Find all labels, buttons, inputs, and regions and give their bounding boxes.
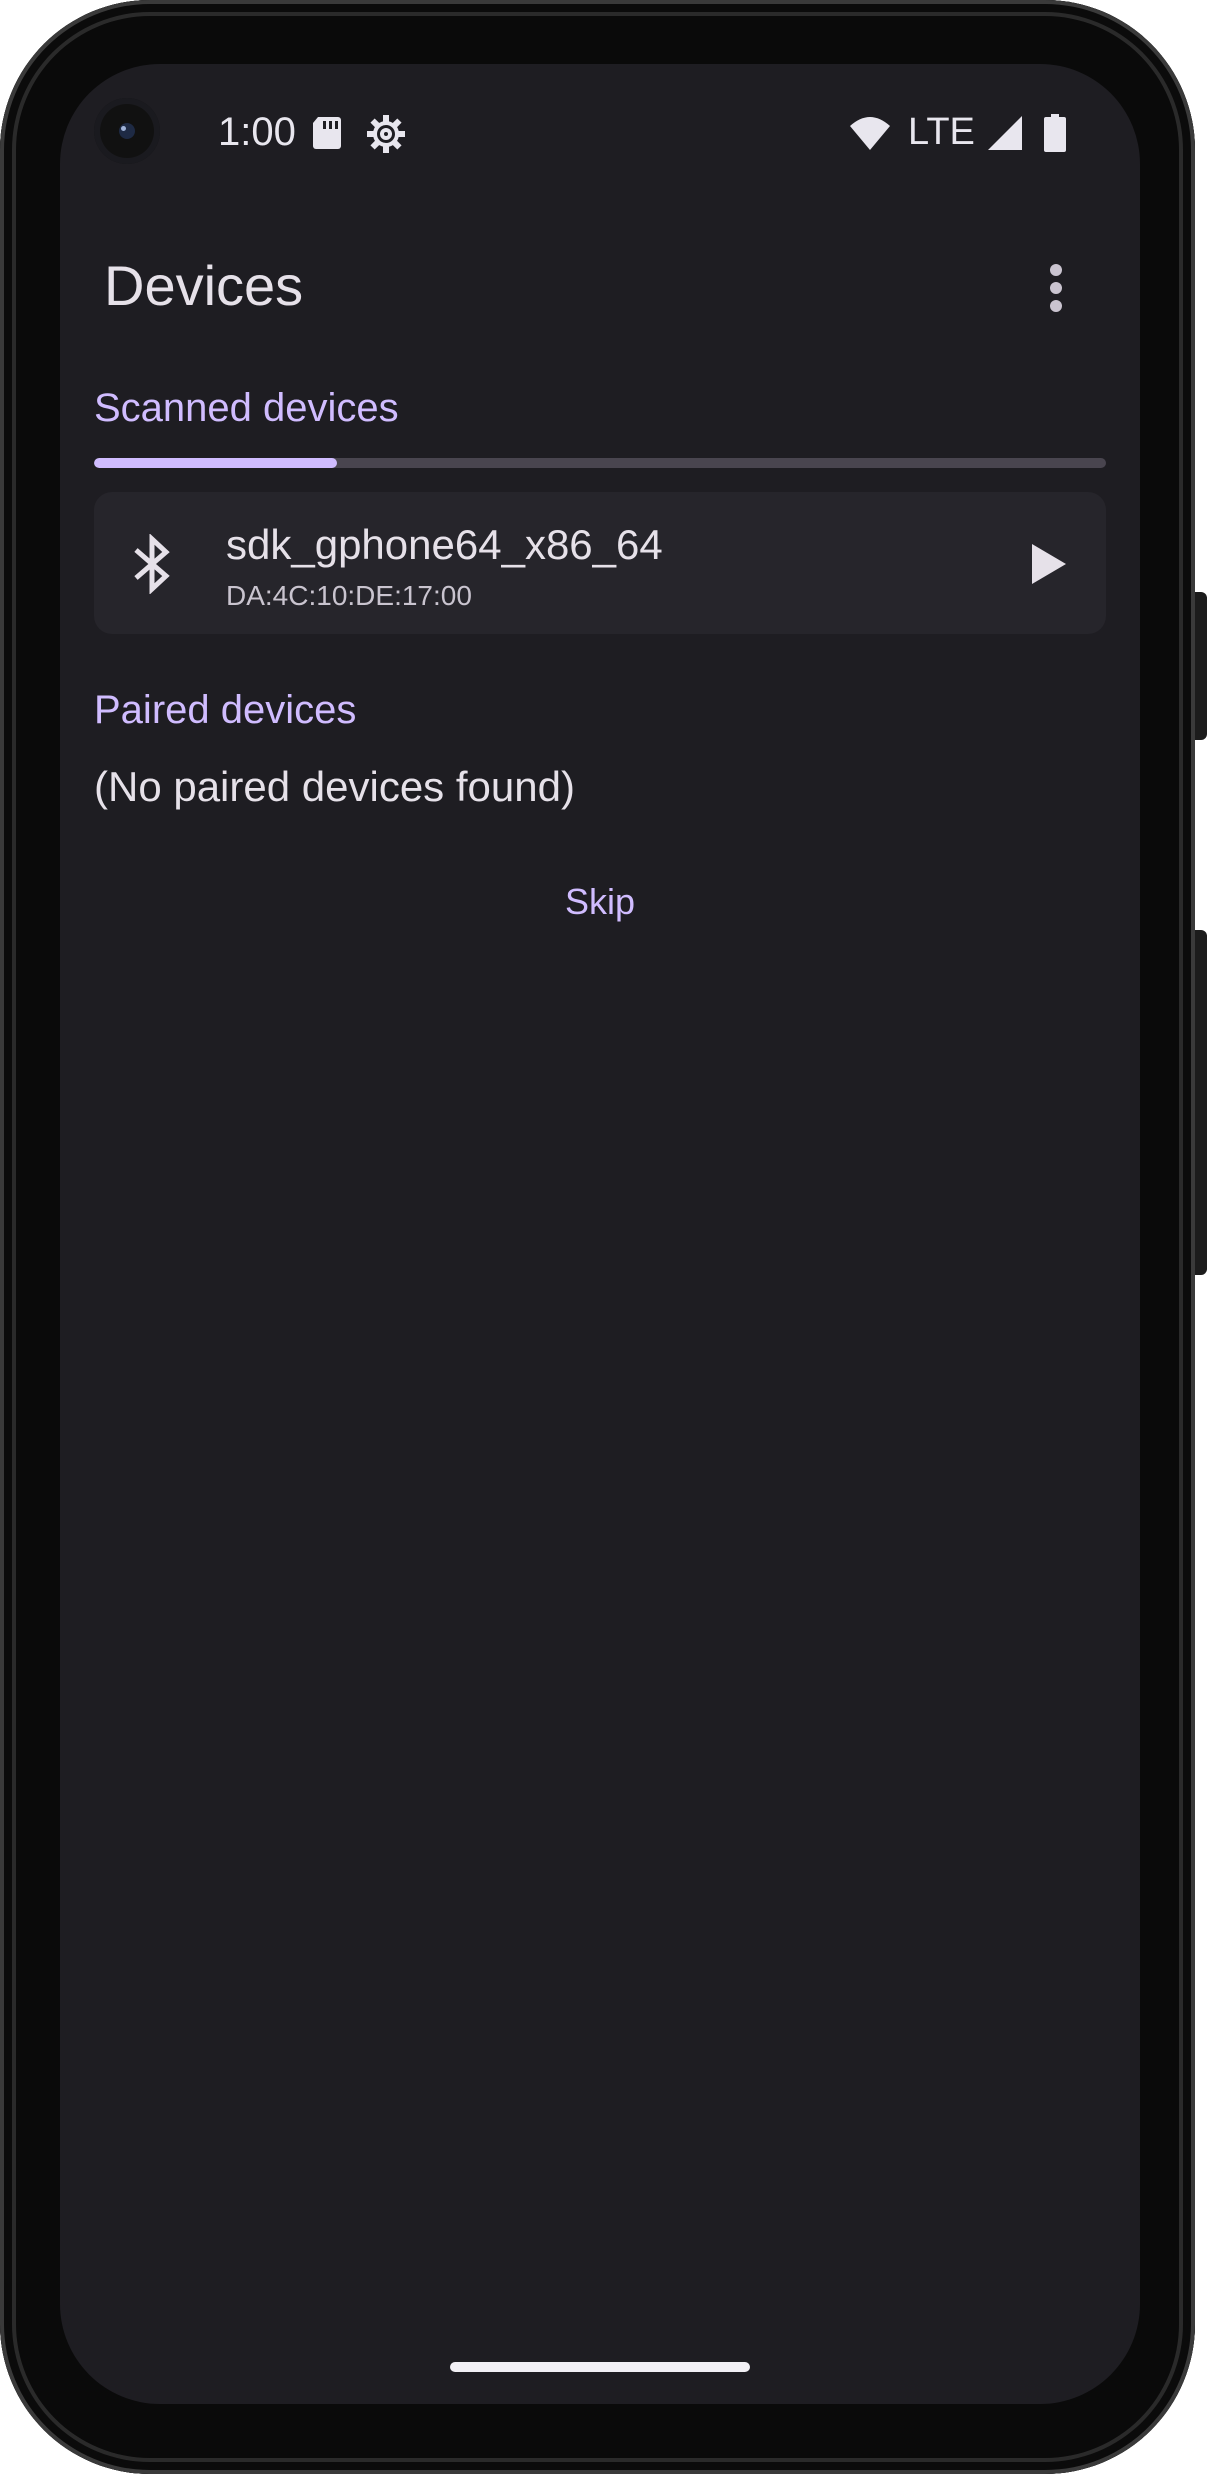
gesture-navigation-bar[interactable] (450, 2362, 750, 2372)
paired-devices-header: Paired devices (94, 688, 357, 732)
skip-button[interactable]: Skip (500, 872, 700, 932)
more-vert-icon[interactable] (1032, 260, 1080, 316)
gear-icon (367, 115, 405, 153)
cell-signal-icon (988, 116, 1022, 150)
power-button (1195, 592, 1207, 740)
wifi-icon (850, 117, 890, 150)
battery-icon (1044, 114, 1066, 152)
play-icon[interactable] (1028, 542, 1068, 586)
scan-progress-bar (94, 458, 1106, 468)
scanned-devices-header: Scanned devices (94, 386, 399, 430)
network-type: LTE (908, 111, 975, 153)
sd-card-icon (313, 117, 341, 149)
scan-progress-fill (94, 458, 337, 468)
status-time: 1:00 (218, 110, 296, 154)
volume-button (1195, 930, 1207, 1275)
no-paired-devices-message: (No paired devices found) (94, 763, 575, 810)
device-name: sdk_gphone64_x86_64 (226, 521, 663, 568)
page-title: Devices (104, 254, 304, 317)
screen: 1:00 LTE Devices Scanned devices sdk_gph… (60, 64, 1140, 2404)
bluetooth-icon (134, 534, 170, 594)
device-list-item[interactable]: sdk_gphone64_x86_64 DA:4C:10:DE:17:00 (94, 492, 1106, 634)
device-address: DA:4C:10:DE:17:00 (226, 580, 472, 611)
camera-cutout (94, 98, 160, 164)
